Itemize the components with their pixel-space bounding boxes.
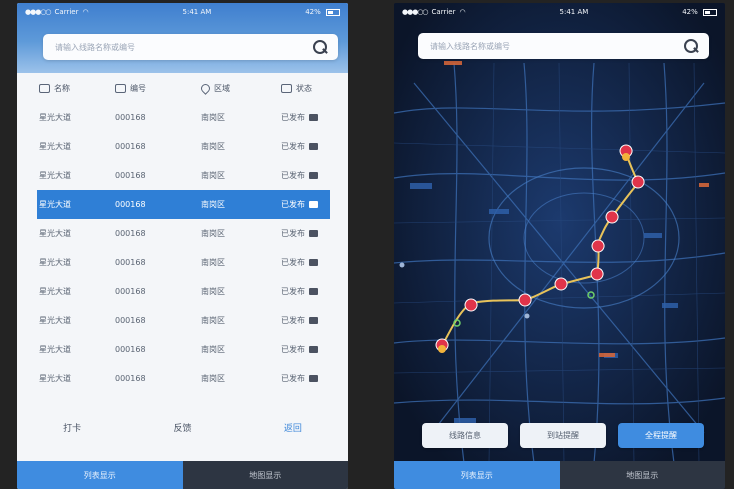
list-view-screen: ●●●○○ Carrier ◠ 5:41 AM 42% 名称 编号 区域 <box>17 3 348 489</box>
status-icon <box>309 259 318 266</box>
table-row[interactable]: 星光大道 000168 南岗区 已发布 <box>17 103 348 132</box>
column-header-area[interactable]: 区域 <box>181 81 265 95</box>
map-search-bar[interactable] <box>418 33 709 59</box>
arrival-alert-button[interactable]: 到站提醒 <box>520 423 606 448</box>
map-action-bar: 线路信息 到站提醒 全程提醒 <box>394 423 725 448</box>
route-table: 星光大道 000168 南岗区 已发布 星光大道 000168 南岗区 已发布 星光大道 00… <box>17 103 348 393</box>
battery-label: 42% <box>682 8 698 16</box>
column-header-code[interactable]: 编号 <box>97 83 181 94</box>
map-view-screen: ●●●○○ Carrier ◠ 5:41 AM 42% 线路信息 到站提醒 全程… <box>394 3 725 489</box>
status-bar: ●●●○○ Carrier ◠ 5:41 AM 42% <box>17 3 348 21</box>
carrier-label: Carrier <box>431 8 456 16</box>
table-row[interactable]: 星光大道 000168 南岗区 已发布 <box>17 364 348 393</box>
search-input[interactable] <box>53 41 312 53</box>
battery-icon <box>703 8 717 16</box>
search-icon[interactable] <box>683 38 699 54</box>
column-header-name[interactable]: 名称 <box>17 83 97 94</box>
time-label: 5:41 AM <box>559 8 589 16</box>
search-icon[interactable] <box>312 39 328 55</box>
tab-list-view[interactable]: 列表显示 <box>17 461 183 489</box>
search-bar[interactable] <box>43 34 338 60</box>
status-icon <box>309 143 318 150</box>
signal-icon: ●●●○○ <box>25 8 52 16</box>
bottom-tab-bar: 列表显示 地图显示 <box>17 461 348 489</box>
table-row[interactable]: 星光大道 000168 南岗区 已发布 <box>17 277 348 306</box>
check-in-button[interactable]: 打卡 <box>49 415 95 440</box>
column-header-status[interactable]: 状态 <box>265 83 348 94</box>
status-icon <box>309 375 318 382</box>
wifi-icon: ◠ <box>82 8 89 16</box>
status-icon <box>309 172 318 179</box>
table-row-selected[interactable]: 星光大道 000168 南岗区 已发布 <box>37 190 330 219</box>
signal-icon: ●●●○○ <box>402 8 429 16</box>
route-info-button[interactable]: 线路信息 <box>422 423 508 448</box>
wifi-icon: ◠ <box>459 8 466 16</box>
stop-pin-icon <box>631 175 645 189</box>
time-label: 5:41 AM <box>182 8 212 16</box>
status-bar: ●●●○○ Carrier ◠ 5:41 AM 42% <box>394 3 725 21</box>
table-row[interactable]: 星光大道 000168 南岗区 已发布 <box>17 132 348 161</box>
status-icon <box>309 201 318 208</box>
stop-pin-icon <box>518 293 532 307</box>
stop-pin-icon <box>591 239 605 253</box>
bottom-tab-bar: 列表显示 地图显示 <box>394 461 725 489</box>
status-icon <box>309 317 318 324</box>
table-row[interactable]: 星光大道 000168 南岗区 已发布 <box>17 248 348 277</box>
tab-map-view[interactable]: 地图显示 <box>182 461 348 489</box>
status-icon <box>309 230 318 237</box>
feedback-button[interactable]: 反馈 <box>159 415 205 440</box>
status-icon <box>309 346 318 353</box>
table-row[interactable]: 星光大道 000168 南岗区 已发布 <box>17 219 348 248</box>
start-marker-icon <box>438 345 446 353</box>
map-search-input[interactable] <box>428 40 683 52</box>
tab-map-view[interactable]: 地图显示 <box>559 461 725 489</box>
stop-pin-icon <box>464 298 478 312</box>
end-marker-icon <box>622 153 630 161</box>
stop-pin-icon <box>590 267 604 281</box>
full-route-alert-button[interactable]: 全程提醒 <box>618 423 704 448</box>
status-icon <box>309 114 318 121</box>
table-header: 名称 编号 区域 状态 <box>17 77 348 99</box>
tab-list-view[interactable]: 列表显示 <box>394 461 560 489</box>
monitor-icon <box>39 83 50 93</box>
carrier-label: Carrier <box>54 8 79 16</box>
stop-pin-icon <box>605 210 619 224</box>
bus-icon <box>115 83 126 93</box>
stop-pin-icon <box>554 277 568 291</box>
table-row[interactable]: 星光大道 000168 南岗区 已发布 <box>17 306 348 335</box>
document-icon <box>281 83 292 93</box>
battery-label: 42% <box>305 8 321 16</box>
route-map[interactable] <box>394 3 725 489</box>
location-icon <box>199 81 212 95</box>
status-icon <box>309 288 318 295</box>
battery-icon <box>326 8 340 16</box>
action-bar: 打卡 反馈 返回 <box>17 414 348 440</box>
back-button[interactable]: 返回 <box>270 415 316 440</box>
table-row[interactable]: 星光大道 000168 南岗区 已发布 <box>17 335 348 364</box>
table-row[interactable]: 星光大道 000168 南岗区 已发布 <box>17 161 348 190</box>
